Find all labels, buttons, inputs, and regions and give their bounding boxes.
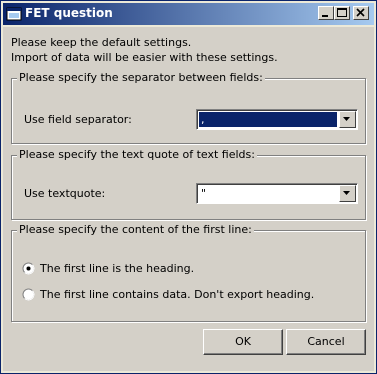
maximize-button[interactable] (334, 6, 350, 20)
close-button[interactable] (353, 6, 369, 20)
intro-line-1: Please keep the default settings. (11, 36, 192, 49)
chevron-down-icon (343, 191, 350, 195)
field-separator-value[interactable]: , (199, 112, 337, 127)
field-separator-dropdown-button[interactable] (339, 111, 356, 128)
ok-button[interactable]: OK (203, 329, 283, 355)
field-separator-combo[interactable]: , (196, 109, 358, 130)
radio-first-line-heading-label[interactable]: The first line is the heading. (40, 262, 194, 275)
first-line-group: Please specify the content of the first … (11, 223, 366, 322)
separator-group: Please specify the separator between fie… (11, 71, 366, 144)
cancel-button[interactable]: Cancel (286, 329, 366, 355)
window-title: FET question (25, 6, 113, 20)
first-line-group-legend: Please specify the content of the first … (17, 223, 254, 236)
title-bar[interactable]: FET question (3, 3, 374, 25)
textquote-label: Use textquote: (24, 187, 106, 200)
app-icon (6, 6, 22, 22)
radio-first-line-data-label[interactable]: The first line contains data. Don't expo… (40, 288, 314, 301)
intro-text: Please keep the default settings. Import… (11, 35, 278, 65)
intro-line-2: Import of data will be easier with these… (11, 51, 278, 64)
minimize-button[interactable] (318, 6, 334, 20)
fet-question-dialog: FET question Please keep the default set… (0, 0, 377, 374)
chevron-down-icon (343, 117, 350, 121)
separator-group-legend: Please specify the separator between fie… (17, 71, 265, 84)
textquote-group-legend: Please specify the text quote of text fi… (17, 148, 257, 161)
close-icon (356, 8, 365, 17)
textquote-group: Please specify the text quote of text fi… (11, 148, 366, 220)
dialog-body: Please keep the default settings. Import… (3, 27, 374, 371)
textquote-dropdown-button[interactable] (339, 185, 356, 202)
radio-checked-icon[interactable] (22, 262, 35, 275)
textquote-value[interactable]: " (199, 186, 337, 201)
maximize-icon (337, 8, 347, 17)
minimize-icon (322, 15, 328, 17)
field-separator-label: Use field separator: (24, 113, 132, 126)
radio-unchecked-icon[interactable] (22, 288, 35, 301)
textquote-combo[interactable]: " (196, 183, 358, 204)
